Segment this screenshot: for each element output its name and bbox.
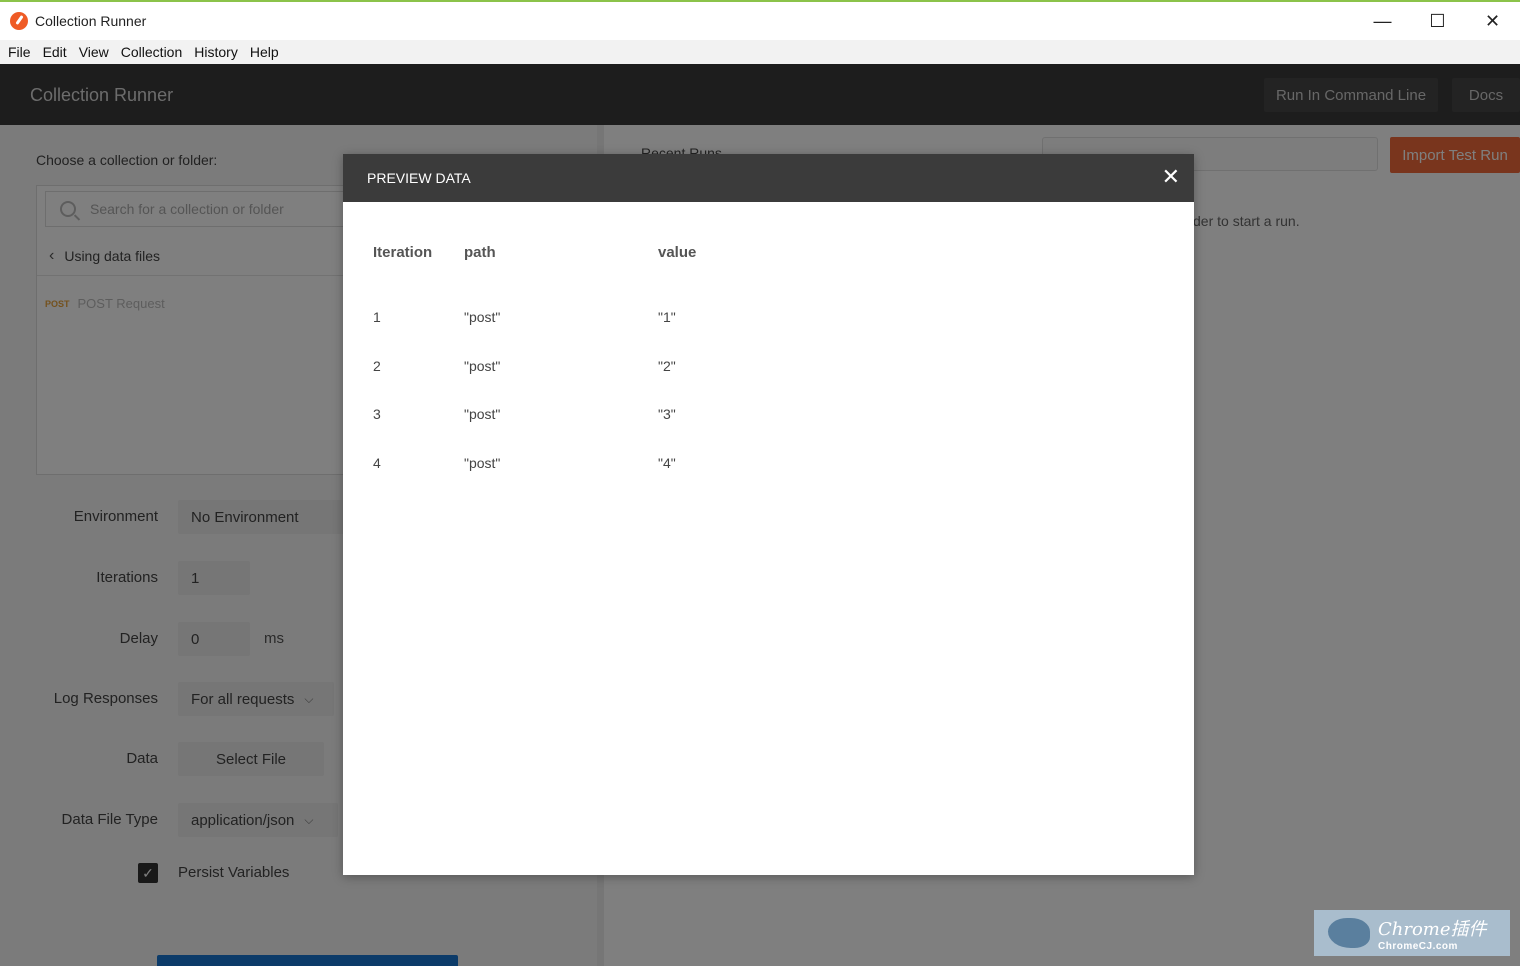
- window-title: Collection Runner: [35, 13, 147, 29]
- site-watermark: Chrome插件 ChromeCJ.com: [1314, 910, 1510, 956]
- column-header-value: value: [658, 243, 697, 261]
- menu-collection[interactable]: Collection: [115, 44, 188, 60]
- preview-data-table: Iteration path value 1 "post" "1" 2 "pos…: [373, 238, 858, 487]
- window-controls: — ☐ ✕: [1355, 2, 1520, 40]
- column-header-path: path: [464, 243, 496, 261]
- iteration-cell: 4: [373, 454, 381, 471]
- table-row: 4 "post" "4": [373, 439, 858, 488]
- watermark-line1: Chrome插件: [1378, 918, 1487, 940]
- value-cell: "2": [658, 357, 676, 374]
- value-cell: "1": [658, 309, 676, 326]
- iteration-cell: 1: [373, 309, 381, 326]
- maximize-icon[interactable]: ☐: [1410, 2, 1465, 40]
- modal-title: PREVIEW DATA: [367, 170, 471, 186]
- close-icon[interactable]: ✕: [1465, 2, 1520, 40]
- table-row: 1 "post" "1": [373, 293, 858, 342]
- table-row: 3 "post" "3": [373, 390, 858, 439]
- minimize-icon[interactable]: —: [1355, 2, 1410, 40]
- watermark-line2: ChromeCJ.com: [1378, 940, 1458, 952]
- menu-view[interactable]: View: [73, 44, 115, 60]
- modal-header: PREVIEW DATA ✕: [343, 154, 1194, 202]
- path-cell: "post": [464, 309, 501, 326]
- column-header-iteration: Iteration: [373, 243, 433, 261]
- menu-file[interactable]: File: [2, 44, 37, 60]
- iteration-cell: 3: [373, 406, 381, 423]
- value-cell: "3": [658, 406, 676, 423]
- watermark-logo-icon: [1328, 918, 1370, 948]
- menu-edit[interactable]: Edit: [37, 44, 73, 60]
- preview-data-modal: PREVIEW DATA ✕ Iteration path value 1 "p…: [343, 154, 1194, 875]
- menu-help[interactable]: Help: [244, 44, 285, 60]
- iteration-cell: 2: [373, 357, 381, 374]
- path-cell: "post": [464, 454, 501, 471]
- close-icon[interactable]: ✕: [1162, 166, 1180, 188]
- menu-bar: File Edit View Collection History Help: [0, 40, 1520, 64]
- watermark-text: Chrome插件 ChromeCJ.com: [1378, 915, 1487, 952]
- table-row: 2 "post" "2": [373, 342, 858, 391]
- table-header-row: Iteration path value: [373, 238, 858, 266]
- path-cell: "post": [464, 406, 501, 423]
- path-cell: "post": [464, 357, 501, 374]
- window-titlebar: Collection Runner — ☐ ✕: [0, 0, 1520, 40]
- menu-history[interactable]: History: [188, 44, 244, 60]
- value-cell: "4": [658, 454, 676, 471]
- postman-logo-icon: [10, 12, 28, 30]
